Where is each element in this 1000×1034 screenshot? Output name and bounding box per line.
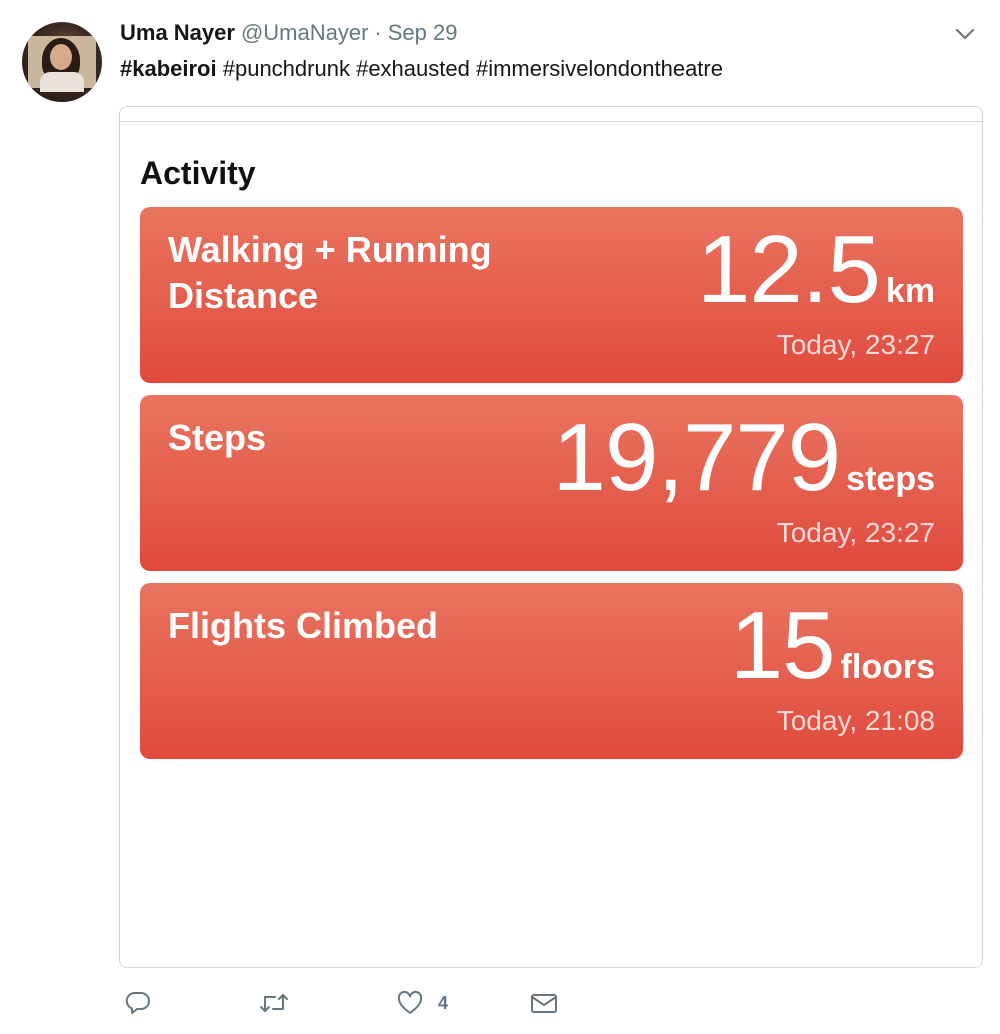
activity-card-flights: Flights Climbed 15 floors Today, 21:08 [140, 583, 963, 759]
retweet-icon [258, 989, 290, 1017]
card-label-line: Steps [168, 417, 267, 458]
reply-button[interactable] [124, 986, 152, 1020]
card-label: Flights Climbed [168, 603, 438, 649]
retweet-button[interactable] [258, 986, 290, 1020]
tweet: Uma Nayer @UmaNayer · Sep 29 #kabeiroi #… [0, 0, 1000, 1034]
like-count: 4 [438, 992, 449, 1013]
hashtag[interactable]: #punchdrunk [223, 56, 350, 81]
card-unit: floors [840, 648, 935, 686]
hashtag[interactable]: #kabeiroi [120, 56, 217, 81]
card-timestamp: Today, 23:27 [776, 517, 935, 548]
card-unit: km [885, 272, 935, 310]
card-label: Walking + Running Distance [168, 227, 492, 319]
separator: · [374, 20, 382, 45]
card-value-group: 12.5 km [697, 215, 935, 325]
activity-card-distance: Walking + Running Distance 12.5 km Today… [140, 207, 963, 383]
card-label-line: Distance [168, 275, 319, 316]
card-timestamp: Today, 23:27 [776, 329, 935, 360]
like-button[interactable]: 4 [396, 986, 448, 1020]
tweet-actions: 4 [124, 986, 604, 1020]
card-label: Steps [168, 415, 266, 461]
heart-icon [396, 989, 424, 1017]
envelope-icon [528, 989, 560, 1017]
card-value: 12.5 [697, 216, 881, 323]
card-value: 19,779 [552, 404, 842, 511]
card-unit: steps [846, 460, 935, 498]
reply-icon [124, 989, 152, 1017]
card-timestamp: Today, 21:08 [776, 705, 935, 736]
hashtag[interactable]: #exhausted [356, 56, 470, 81]
card-label-line: Walking + Running [168, 229, 492, 270]
author-handle[interactable]: @UmaNayer [241, 20, 368, 46]
card-value: 15 [729, 592, 836, 699]
tweet-header: Uma Nayer @UmaNayer · Sep 29 [120, 20, 457, 48]
direct-message-button[interactable] [528, 986, 560, 1020]
tweet-media-image[interactable]: Activity Walking + Running Distance 12.5… [119, 106, 983, 968]
card-label-line: Flights Climbed [168, 605, 438, 646]
tweet-date[interactable]: Sep 29 [388, 20, 458, 46]
tweet-text: #kabeiroi #punchdrunk #exhausted #immers… [120, 56, 723, 82]
card-value-group: 19,779 steps [553, 403, 935, 513]
avatar[interactable] [22, 22, 102, 102]
hashtag[interactable]: #immersivelondontheatre [476, 56, 723, 81]
divider [120, 121, 982, 122]
card-value-group: 15 floors [730, 591, 935, 701]
activity-title: Activity [140, 155, 256, 191]
author-name[interactable]: Uma Nayer [120, 20, 235, 46]
chevron-down-icon[interactable] [952, 24, 978, 44]
activity-card-steps: Steps 19,779 steps Today, 23:27 [140, 395, 963, 571]
